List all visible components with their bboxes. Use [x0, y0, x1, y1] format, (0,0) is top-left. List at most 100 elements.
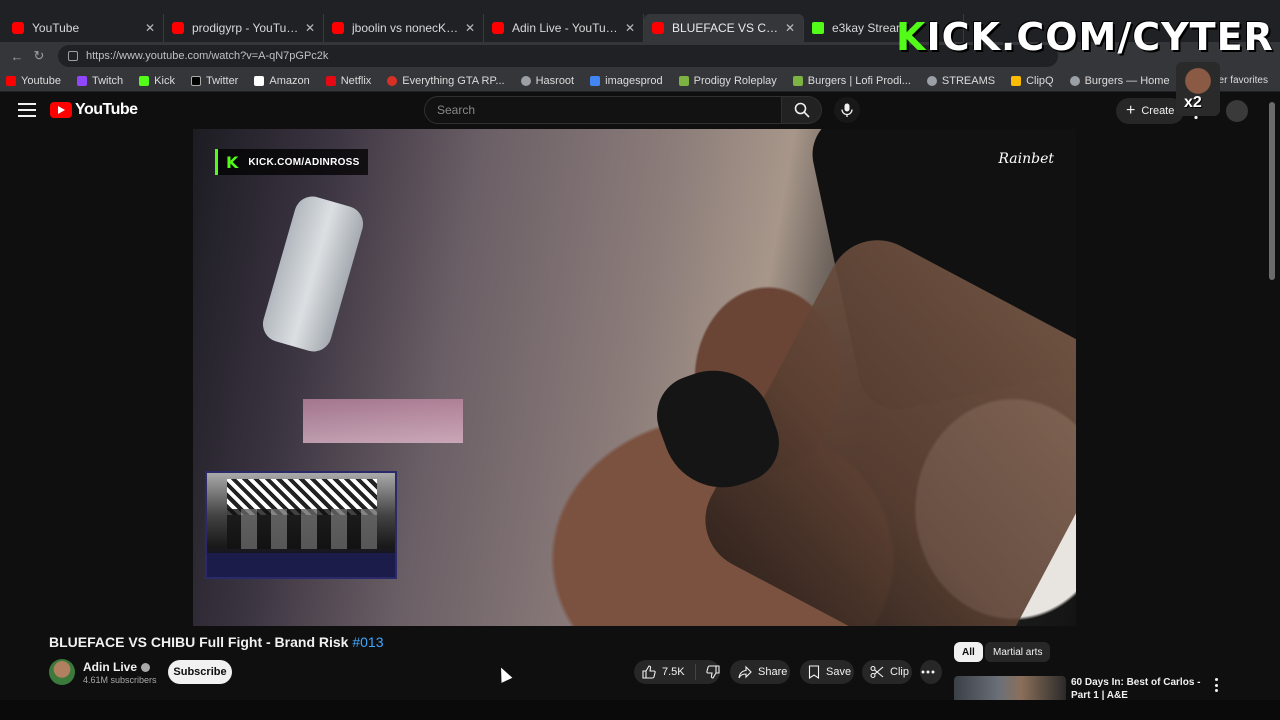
youtube-play-icon: [50, 102, 72, 118]
leaf-icon: [792, 75, 803, 86]
image-icon: [590, 75, 601, 86]
video-scene-bag: [303, 399, 463, 443]
pip-scene: [227, 509, 377, 549]
amazon-icon: [254, 75, 265, 86]
clip-button[interactable]: Clip: [862, 660, 912, 684]
url-text: https://www.youtube.com/watch?v=A-qN7pGP…: [86, 50, 329, 62]
browser-tab[interactable]: jboolin vs nonecKjay - YouTube✕: [324, 14, 484, 42]
bookmark-item[interactable]: Amazon: [254, 75, 310, 87]
more-actions-button[interactable]: [920, 660, 942, 684]
youtube-icon: [6, 75, 16, 86]
search-icon: [794, 102, 810, 118]
search-input[interactable]: Search: [424, 96, 782, 124]
bookmark-item[interactable]: STREAMS: [926, 75, 995, 87]
create-button[interactable]: + Create: [1116, 98, 1185, 124]
chip-all[interactable]: All: [954, 642, 983, 662]
youtube-icon: [652, 22, 664, 34]
verified-icon: [141, 662, 151, 672]
account-avatar[interactable]: [1226, 100, 1248, 122]
reload-icon[interactable]: ↻: [28, 45, 50, 67]
page-bottom-edge: [0, 700, 1280, 720]
search-button[interactable]: [782, 96, 822, 124]
bookmark-icon: [808, 665, 820, 679]
youtube-icon: [492, 22, 504, 34]
scrollbar-thumb[interactable]: [1269, 102, 1275, 280]
bookmark-item[interactable]: Twitch: [76, 75, 123, 87]
more-horizontal-icon: [921, 670, 935, 674]
channel-avatar[interactable]: [49, 659, 75, 685]
kick-watermark: K KICK.COM/ADINROSS: [215, 149, 368, 175]
leaf-icon: [678, 75, 689, 86]
close-tab-icon[interactable]: ✕: [305, 21, 315, 35]
close-tab-icon[interactable]: ✕: [785, 21, 795, 35]
share-button[interactable]: Share: [730, 660, 790, 684]
kick-channel-overlay: K ICK.COM/CYTER: [896, 15, 1274, 59]
picture-in-picture-inset: [205, 471, 397, 579]
like-dislike-group: 7.5K: [634, 660, 720, 684]
kick-icon: [812, 22, 824, 34]
close-tab-icon[interactable]: ✕: [465, 21, 475, 35]
bookmark-item[interactable]: Kick: [139, 75, 175, 87]
share-icon: [738, 665, 752, 679]
browser-window: YouTube ✕ prodigyrp - YouTube ✕ jboolin vs…: [0, 0, 1280, 720]
youtube-icon: [172, 22, 184, 34]
channel-name[interactable]: Adin Live: [83, 660, 151, 674]
gta-icon: [387, 75, 398, 86]
thumbs-up-icon: [642, 665, 656, 679]
close-tab-icon[interactable]: ✕: [625, 21, 635, 35]
twitch-icon: [76, 75, 87, 86]
youtube-header: YouTube Search + Create: [0, 93, 1280, 129]
bookmark-item[interactable]: Burgers | Lofi Prodi...: [792, 75, 911, 87]
video-scene-bottle: [258, 192, 368, 356]
bookmark-item[interactable]: ClipQ: [1011, 75, 1054, 87]
bookmark-item[interactable]: Netflix: [325, 75, 371, 87]
plus-icon: +: [1126, 102, 1136, 119]
netflix-icon: [325, 75, 336, 86]
x-icon: [190, 75, 201, 86]
bookmark-item[interactable]: Prodigy Roleplay: [678, 75, 777, 87]
video-player[interactable]: K KICK.COM/ADINROSS Rainbet: [193, 129, 1076, 626]
bookmark-item[interactable]: Youtube: [6, 75, 61, 87]
globe-icon: [520, 75, 531, 86]
close-tab-icon[interactable]: ✕: [145, 21, 155, 35]
page-scrollbar[interactable]: [1268, 94, 1276, 698]
browser-tab[interactable]: prodigyrp - YouTube ✕: [164, 14, 324, 42]
like-button[interactable]: 7.5K: [642, 664, 696, 680]
bookmark-item[interactable]: Burgers — Home: [1069, 75, 1170, 87]
webcam-multiplier-tag: x2: [1184, 94, 1202, 111]
globe-icon: [1069, 75, 1080, 86]
globe-icon: [926, 75, 937, 86]
lock-icon: [68, 51, 78, 61]
kick-icon: [139, 75, 150, 86]
bookmark-item[interactable]: Twitter: [190, 75, 238, 87]
chip-martial-arts[interactable]: Martial arts: [985, 642, 1051, 662]
subscribe-button[interactable]: Subscribe: [168, 660, 232, 684]
save-button[interactable]: Save: [800, 660, 854, 684]
microphone-icon: [841, 103, 853, 117]
recommendation-thumbnail[interactable]: [954, 676, 1066, 702]
browser-tab[interactable]: YouTube ✕: [4, 14, 164, 42]
kick-logo-icon: K: [226, 152, 239, 172]
subscriber-count: 4.61M subscribers: [83, 675, 157, 685]
clip-icon: [1011, 75, 1022, 86]
sponsor-logo: Rainbet: [998, 151, 1054, 167]
video-hashtag[interactable]: #013: [352, 634, 383, 650]
browser-tab[interactable]: Adin Live - YouTube ✕: [484, 14, 644, 42]
browser-tab-active[interactable]: BLUEFACE VS CHIBU Full Fight✕: [644, 14, 804, 42]
youtube-icon: [12, 22, 24, 34]
bookmark-item[interactable]: Hasroot: [520, 75, 574, 87]
scissors-icon: [870, 665, 884, 679]
bookmark-item[interactable]: Everything GTA RP...: [387, 75, 505, 87]
bookmark-item[interactable]: imagesprod: [590, 75, 663, 87]
video-title: BLUEFACE VS CHIBU Full Fight - Brand Ris…: [49, 634, 384, 650]
youtube-icon: [332, 22, 344, 34]
recommendation-title[interactable]: 60 Days In: Best of Carlos - Part 1 | A&…: [1071, 676, 1207, 702]
bookmarks-bar: Youtube Twitch Kick Twitter Amazon Netfl…: [0, 70, 1280, 92]
voice-search-button[interactable]: [834, 97, 860, 123]
more-vertical-icon[interactable]: [1212, 678, 1220, 692]
back-icon[interactable]: ←: [6, 45, 28, 67]
thumbs-down-icon: [705, 665, 720, 679]
hamburger-menu-icon[interactable]: [18, 103, 36, 117]
youtube-logo[interactable]: YouTube: [50, 101, 138, 119]
dislike-button[interactable]: [696, 665, 726, 679]
